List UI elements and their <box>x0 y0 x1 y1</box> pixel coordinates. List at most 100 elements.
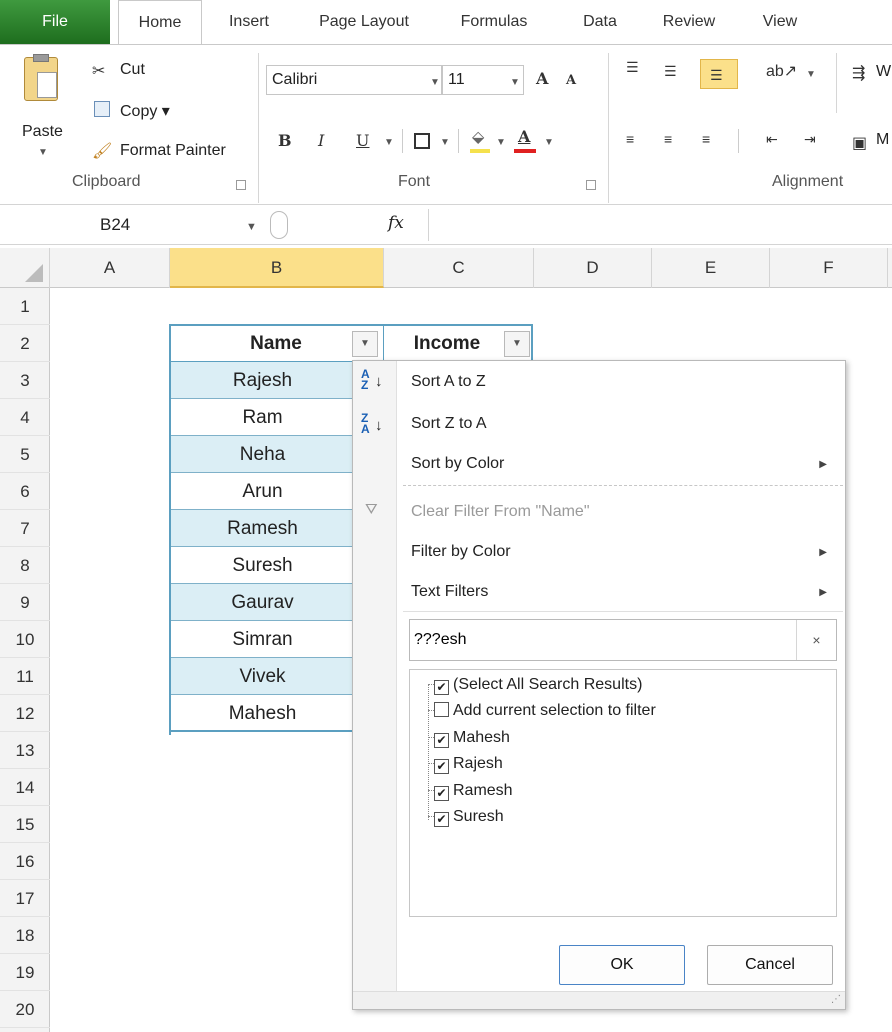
cancel-button[interactable]: Cancel <box>707 945 833 985</box>
checkbox-checked-icon[interactable]: ✔ <box>434 786 449 801</box>
row-header[interactable]: 20 <box>0 991 50 1028</box>
align-left-icon[interactable]: ≡ <box>626 131 634 147</box>
tab-formulas[interactable]: Formulas <box>444 0 544 44</box>
orientation-icon[interactable]: ab↗ <box>766 61 797 81</box>
font-launcher-icon[interactable] <box>586 180 596 190</box>
paste-button[interactable]: Paste <box>22 123 63 141</box>
table-row[interactable]: Suresh <box>171 547 354 584</box>
row-header[interactable]: 7 <box>0 510 50 547</box>
paste-dropdown-arrow[interactable]: ▼ <box>38 147 48 158</box>
table-row[interactable]: Gaurav <box>171 584 354 621</box>
formula-bar-resize-handle[interactable] <box>270 211 288 239</box>
checkbox-unchecked-icon[interactable] <box>434 702 449 717</box>
column-header-c[interactable]: C <box>384 248 534 288</box>
fill-color-dropdown-arrow[interactable]: ▼ <box>496 137 506 148</box>
increase-indent-icon[interactable]: ⇥ <box>804 131 816 148</box>
row-header[interactable]: 5 <box>0 436 50 473</box>
name-filter-button[interactable]: ▼ <box>352 331 378 357</box>
align-middle-icon[interactable]: ☰ <box>664 63 677 80</box>
row-header[interactable]: 4 <box>0 399 50 436</box>
fill-color-icon[interactable]: ⬙ <box>472 127 484 147</box>
decrease-indent-icon[interactable]: ⇤ <box>766 131 778 148</box>
insert-function-icon[interactable]: fx <box>388 213 404 233</box>
name-box[interactable]: B24 <box>0 210 262 240</box>
sort-by-color-item[interactable]: Sort by Color <box>411 455 504 473</box>
font-color-dropdown-arrow[interactable]: ▼ <box>544 137 554 148</box>
select-all-corner[interactable] <box>0 248 50 288</box>
table-row[interactable]: Rajesh <box>171 362 354 399</box>
clipboard-launcher-icon[interactable] <box>236 180 246 190</box>
search-input[interactable] <box>410 620 790 660</box>
tab-insert[interactable]: Insert <box>214 0 284 44</box>
table-row[interactable]: Simran <box>171 621 354 658</box>
column-header-b[interactable]: B <box>170 248 384 288</box>
row-header[interactable]: 13 <box>0 732 50 769</box>
row-header[interactable]: 2 <box>0 325 50 362</box>
list-item[interactable]: ✔ Mahesh <box>434 725 510 751</box>
tab-home[interactable]: Home <box>118 0 202 45</box>
tab-view[interactable]: View <box>750 0 810 44</box>
bold-button[interactable]: B <box>278 131 292 150</box>
sort-a-to-z-item[interactable]: Sort A to Z <box>411 373 486 391</box>
row-header[interactable]: 10 <box>0 621 50 658</box>
row-header[interactable]: 18 <box>0 917 50 954</box>
list-item[interactable]: ✔ Suresh <box>434 804 504 830</box>
font-name-dropdown-arrow[interactable]: ▼ <box>430 77 440 88</box>
font-color-icon[interactable]: A <box>518 127 530 146</box>
checkbox-checked-icon[interactable]: ✔ <box>434 812 449 827</box>
orientation-dropdown-arrow[interactable]: ▼ <box>806 69 816 80</box>
table-row[interactable]: Ram <box>171 399 354 436</box>
row-header[interactable]: 16 <box>0 843 50 880</box>
table-row[interactable]: Arun <box>171 473 354 510</box>
align-right-icon[interactable]: ≡ <box>702 131 710 147</box>
row-header[interactable]: 6 <box>0 473 50 510</box>
cut-button[interactable]: Cut <box>120 61 145 79</box>
underline-dropdown-arrow[interactable]: ▼ <box>384 137 394 148</box>
row-header[interactable]: 14 <box>0 769 50 806</box>
tab-page-layout[interactable]: Page Layout <box>304 0 424 44</box>
row-header[interactable]: 15 <box>0 806 50 843</box>
list-item[interactable]: ✔ Ramesh <box>434 778 513 804</box>
formula-input[interactable] <box>428 209 892 241</box>
column-header-a[interactable]: A <box>50 248 170 288</box>
sort-z-to-a-item[interactable]: Sort Z to A <box>411 415 487 433</box>
paste-icon[interactable] <box>24 54 58 101</box>
resize-grip-icon[interactable]: ⋰ <box>831 994 841 1005</box>
tab-data[interactable]: Data <box>570 0 630 44</box>
checkbox-checked-icon[interactable]: ✔ <box>434 733 449 748</box>
row-header[interactable]: 12 <box>0 695 50 732</box>
row-header[interactable]: 3 <box>0 362 50 399</box>
align-center-icon[interactable]: ≡ <box>664 131 672 147</box>
filter-by-color-item[interactable]: Filter by Color <box>411 543 511 561</box>
table-row[interactable]: Neha <box>171 436 354 473</box>
font-name-box[interactable]: Calibri <box>266 65 442 95</box>
wrap-text-icon[interactable]: ⇶ <box>852 63 865 83</box>
row-header[interactable]: 17 <box>0 880 50 917</box>
checkbox-checked-icon[interactable]: ✔ <box>434 680 449 695</box>
font-size-dropdown-arrow[interactable]: ▼ <box>510 77 520 88</box>
tab-file[interactable]: File <box>0 0 110 44</box>
row-header[interactable]: 8 <box>0 547 50 584</box>
list-item-select-all[interactable]: ✔ (Select All Search Results) <box>434 672 642 698</box>
merge-center-label[interactable]: M <box>876 131 889 149</box>
copy-button[interactable]: Copy ▾ <box>120 101 170 121</box>
tab-review[interactable]: Review <box>654 0 724 44</box>
table-row[interactable]: Vivek <box>171 658 354 695</box>
name-box-dropdown-arrow[interactable]: ▼ <box>246 221 257 233</box>
row-header[interactable]: 1 <box>0 288 50 325</box>
align-top-icon[interactable]: ☰ <box>626 59 639 76</box>
table-row[interactable]: Mahesh <box>171 695 354 732</box>
wrap-text-label[interactable]: W <box>876 63 891 81</box>
row-header[interactable]: 19 <box>0 954 50 991</box>
borders-icon[interactable] <box>414 133 430 149</box>
row-header[interactable]: 11 <box>0 658 50 695</box>
format-painter-button[interactable]: Format Painter <box>120 142 226 160</box>
borders-dropdown-arrow[interactable]: ▼ <box>440 137 450 148</box>
income-filter-button[interactable]: ▼ <box>504 331 530 357</box>
grow-font-icon[interactable]: A <box>536 69 548 88</box>
merge-center-icon[interactable]: ▣ <box>852 133 867 153</box>
column-header-f[interactable]: F <box>770 248 888 288</box>
table-row[interactable]: Ramesh <box>171 510 354 547</box>
shrink-font-icon[interactable]: A <box>566 73 576 88</box>
row-header[interactable]: 9 <box>0 584 50 621</box>
